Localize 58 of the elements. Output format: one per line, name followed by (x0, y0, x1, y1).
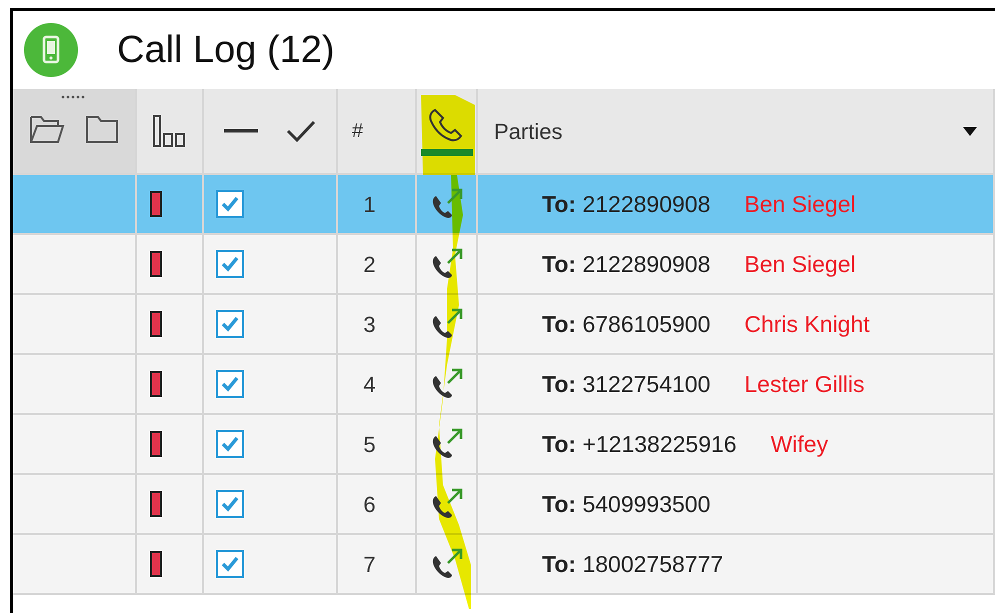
checkbox[interactable] (216, 370, 244, 398)
folder-icon[interactable] (85, 113, 119, 145)
contact-name: Chris Knight (744, 310, 870, 339)
call-row[interactable]: 6 To: 5409993500 (13, 475, 995, 535)
call-row[interactable]: 5 To: +12138225916 Wifey (13, 415, 995, 475)
flag-marker (150, 311, 162, 337)
row-number: 7 (363, 550, 376, 578)
row-number: 3 (363, 310, 376, 338)
call-row[interactable]: 1 To: 2122890908 Ben Siegel (13, 175, 995, 235)
column-header[interactable]: Parties (494, 114, 562, 148)
checkbox[interactable] (216, 310, 244, 338)
bar-chart-icon[interactable] (152, 114, 188, 148)
flag-marker (150, 371, 162, 397)
call-party: To: 18002758777 (542, 550, 724, 579)
row-number: 5 (363, 430, 376, 458)
window-title: Call Log (12) (117, 28, 335, 72)
open-folder-icon[interactable] (29, 113, 65, 145)
flag-marker (150, 431, 162, 457)
contact-name: Ben Siegel (744, 190, 856, 219)
checkmark-icon (221, 436, 239, 452)
checkbox[interactable] (216, 550, 244, 578)
checkmark-icon (221, 496, 239, 512)
flag-marker (150, 251, 162, 277)
checkbox[interactable] (216, 190, 244, 218)
checkmark-icon (221, 316, 239, 332)
checkmark-icon (221, 196, 239, 212)
row-number: 1 (363, 190, 376, 218)
flag-marker (150, 191, 162, 217)
call-party: To: 2122890908 (542, 250, 710, 279)
checkbox[interactable] (216, 490, 244, 518)
dash-icon[interactable] (224, 129, 258, 133)
dropdown-arrow-icon[interactable] (963, 126, 977, 136)
checkmark-icon (221, 256, 239, 272)
flag-marker (150, 551, 162, 577)
call-row[interactable]: 7 To: 18002758777 (13, 535, 995, 595)
flag-marker (150, 491, 162, 517)
checkmark-icon (221, 376, 239, 392)
call-row[interactable]: 3 To: 6786105900 Chris Knight (13, 295, 995, 355)
call-party: To: 6786105900 (542, 310, 710, 339)
checkbox[interactable] (216, 250, 244, 278)
call-party: To: 2122890908 (542, 190, 710, 219)
check-icon[interactable] (286, 120, 316, 142)
call-party: To: +12138225916 (542, 430, 737, 459)
call-row[interactable]: 2 To: 2122890908 Ben Siegel (13, 235, 995, 295)
column-header[interactable]: # (352, 116, 364, 146)
contact-name: Wifey (770, 430, 828, 459)
grip-icon[interactable] (61, 95, 87, 99)
row-number: 6 (363, 490, 376, 518)
call-row[interactable]: 4 To: 3122754100 Lester Gillis (13, 355, 995, 415)
call-party: To: 5409993500 (542, 490, 710, 519)
contact-name: Lester Gillis (744, 370, 865, 399)
row-number: 2 (363, 250, 376, 278)
checkbox[interactable] (216, 430, 244, 458)
contact-name: Ben Siegel (744, 250, 856, 279)
phone-icon (23, 22, 79, 78)
checkmark-icon (221, 556, 239, 572)
call-party: To: 3122754100 (542, 370, 710, 399)
row-number: 4 (363, 370, 376, 398)
